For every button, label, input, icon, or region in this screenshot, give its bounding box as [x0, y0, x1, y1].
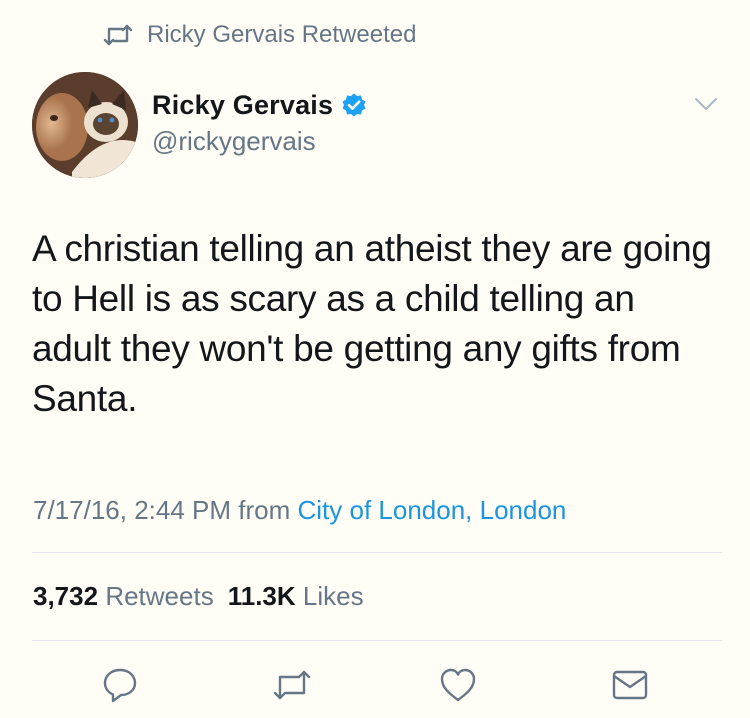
tweet-timestamp[interactable]: 7/17/16, 2:44 PM	[33, 495, 231, 525]
tweet-stats: 3,732 Retweets 11.3K Likes	[33, 578, 364, 614]
likes-label: Likes	[302, 581, 364, 611]
tweet-text: A christian telling an atheist they are …	[32, 228, 712, 419]
divider	[32, 640, 722, 641]
reply-icon[interactable]	[100, 665, 140, 705]
divider	[32, 552, 722, 553]
tweet-actions	[0, 665, 750, 705]
retweet-action-icon[interactable]	[272, 665, 312, 705]
author-name-row: Ricky Gervais	[152, 88, 367, 122]
tweet-location-link[interactable]: City of London, London	[298, 495, 567, 525]
share-mail-icon[interactable]	[610, 665, 650, 705]
author-handle[interactable]: @rickygervais	[152, 126, 367, 157]
like-icon[interactable]	[438, 665, 478, 705]
retweet-context: Ricky Gervais Retweeted	[103, 18, 416, 52]
retweets-stat[interactable]: 3,732 Retweets	[33, 581, 214, 611]
author-block[interactable]: Ricky Gervais @rickygervais	[152, 88, 367, 157]
retweet-icon	[103, 24, 133, 46]
avatar[interactable]	[32, 72, 138, 178]
likes-count: 11.3K	[227, 581, 296, 611]
retweets-count: 3,732	[33, 581, 99, 611]
from-label: from	[238, 495, 291, 525]
retweet-context-text[interactable]: Ricky Gervais Retweeted	[147, 21, 416, 49]
verified-badge-icon	[341, 92, 367, 118]
author-name[interactable]: Ricky Gervais	[152, 90, 333, 121]
retweets-label: Retweets	[105, 581, 214, 611]
chevron-down-icon[interactable]	[694, 96, 718, 112]
likes-stat[interactable]: 11.3K Likes	[228, 581, 364, 611]
tweet-meta: 7/17/16, 2:44 PM from City of London, Lo…	[33, 492, 566, 528]
